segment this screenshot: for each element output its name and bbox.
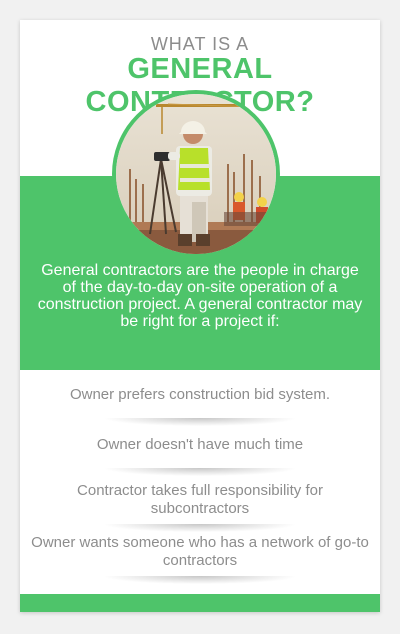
infographic-card: WHAT IS A GENERAL CONTRACTOR? General co… — [20, 20, 380, 612]
criterion-item: Contractor takes full responsibility for… — [77, 482, 323, 517]
construction-scene-illustration — [116, 94, 276, 254]
criterion-item: Owner doesn't have much time — [96, 436, 304, 453]
criterion-item: Owner prefers construction bid system. — [69, 386, 331, 403]
divider — [105, 576, 295, 584]
divider — [105, 418, 295, 426]
header-kicker: WHAT IS A — [150, 34, 250, 54]
criterion-item: Owner wants someone who has a network of… — [31, 534, 369, 569]
construction-photo — [112, 90, 280, 258]
divider — [105, 524, 295, 532]
intro-text: General contractors are the people in ch… — [37, 262, 363, 330]
footer-bar — [20, 594, 380, 612]
divider — [105, 468, 295, 476]
